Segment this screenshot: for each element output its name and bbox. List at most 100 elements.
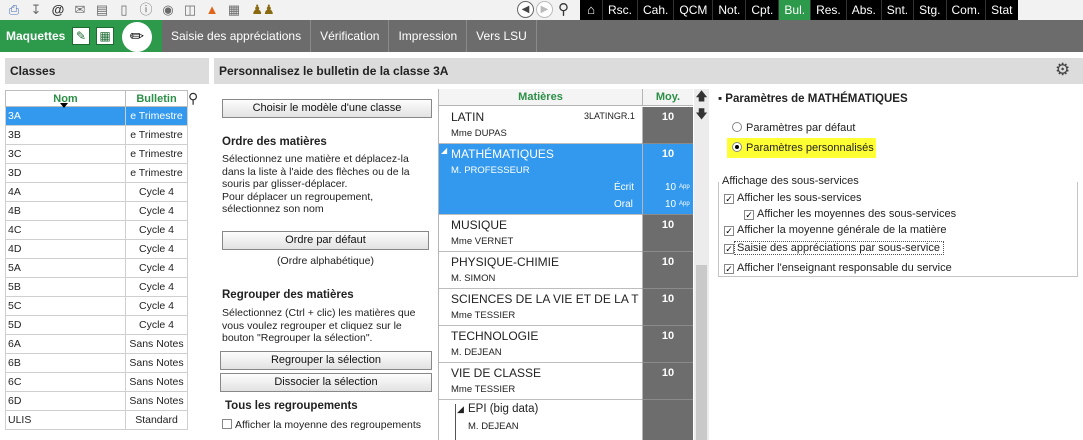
sub-tab[interactable]: Impression [389,20,468,52]
home-icon[interactable]: ⌂ [580,0,602,20]
info-icon[interactable]: ⓘ [138,2,154,18]
column-header-bulletin[interactable]: Bulletin [125,90,188,107]
search-icon[interactable]: ⚲ [188,90,198,107]
printer-icon[interactable]: ⎙ [6,2,22,18]
module-tab[interactable]: Bul. [778,0,811,20]
option-checkbox[interactable]: ✓ [724,244,734,254]
table-row[interactable]: 6A Sans Notes [5,334,188,354]
subject-group-row[interactable]: ◢ EPI (big data) M. DEJEAN [439,400,642,440]
option-checkbox[interactable]: ✓ [744,210,754,220]
table-row[interactable]: 3C e Trimestre [5,144,188,164]
expand-triangle-icon[interactable]: ◢ [441,146,447,155]
group-selection-button[interactable]: Regrouper la sélection [220,351,432,370]
subject-row[interactable]: LATIN Mme DUPAS 3LATINGR.1 [439,107,642,144]
class-bulletin-cell: Cycle 4 [125,220,188,240]
table-row[interactable]: 3B e Trimestre [5,125,188,145]
sub-service-option[interactable]: ✓ Saisie des appréciations par sous-servi… [724,242,940,254]
sub-tab[interactable]: Vers LSU [467,20,537,52]
module-tab[interactable]: Stat [985,0,1018,20]
module-tab[interactable]: Cpt. [745,0,779,20]
table-row[interactable]: 3D e Trimestre [5,163,188,183]
table-row[interactable]: 5D Cycle 4 [5,315,188,335]
module-tab[interactable]: Com. [945,0,986,20]
search-icon[interactable]: ⚲ [558,1,569,18]
at-icon[interactable]: @ [50,2,66,18]
sub-service-option[interactable]: ✓ Afficher l'enseignant responsable du se… [724,262,952,274]
subject-row[interactable]: PHYSIQUE-CHIMIE M. SIMON [439,252,642,289]
subject-row[interactable]: ◢ MATHÉMATIQUES M. PROFESSEUR [439,144,642,215]
module-tab[interactable]: Stg. [913,0,946,20]
custom-params-option[interactable]: Paramètres personnalisés [732,142,874,154]
show-groups-average-option[interactable]: Afficher la moyenne des regroupements [222,419,421,432]
table-row[interactable]: 5C Cycle 4 [5,296,188,316]
sub-tab[interactable]: Vérification [311,20,390,52]
module-tab[interactable]: Cah. [637,0,674,20]
phone-icon[interactable]: ▯ [116,2,132,18]
subject-row[interactable]: VIE DE CLASSE Mme TESSIER [439,363,642,400]
subject-row[interactable]: MUSIQUE Mme VERNET [439,215,642,252]
group-triangle-icon[interactable]: ◢ [457,404,464,415]
option-checkbox[interactable]: ✓ [724,194,734,204]
module-tab[interactable]: Abs. [845,0,881,20]
class-name-cell: 4B [5,201,126,221]
mail-icon[interactable]: ✉ [72,2,88,18]
module-tab[interactable]: QCM [673,0,713,20]
class-name-cell: 6B [5,353,126,373]
form-icon[interactable]: ▦ [226,2,242,18]
move-up-arrow-icon[interactable]: 🡅 [695,89,708,103]
ungroup-selection-button[interactable]: Dissocier la sélection [220,373,432,392]
subject-name: SCIENCES DE LA VIE ET DE LA TE [451,292,639,306]
back-arrow-icon[interactable]: ◀ [517,1,534,18]
table-row[interactable]: 6D Sans Notes [5,391,188,411]
module-tab[interactable]: Res. [810,0,846,20]
module-tab[interactable]: Snt. [880,0,914,20]
edit-layout-icon[interactable]: ✎ [72,27,90,45]
alarm-icon[interactable]: ▲ [204,2,220,18]
sub-service-average: 10 [665,199,677,210]
table-row[interactable]: 5B Cycle 4 [5,277,188,297]
forward-arrow-icon[interactable]: ▶ [536,1,553,18]
class-name-cell: 3C [5,144,126,164]
table-row[interactable]: 4D Cycle 4 [5,239,188,259]
default-params-radio[interactable] [732,122,742,132]
download-icon[interactable]: ↧ [28,2,44,18]
table-row[interactable]: 4A Cycle 4 [5,182,188,202]
table-row[interactable]: 6C Sans Notes [5,372,188,392]
sub-tab[interactable]: Saisie des appréciations [162,20,312,52]
table-row[interactable]: 4C Cycle 4 [5,220,188,240]
document-icon[interactable]: ▤ [94,2,110,18]
scrollbar[interactable]: 🡅 🡇 [694,89,709,440]
table-row[interactable]: 3A e Trimestre [5,106,188,126]
table-row[interactable]: ULIS Standard [5,410,188,430]
sub-service-option[interactable]: ✓ Afficher la moyenne générale de la mati… [724,224,947,236]
grid-icon[interactable]: ▦ [96,27,114,45]
scrollbar-thumb[interactable] [696,265,707,440]
sub-service-option[interactable]: ✓ Afficher les moyennes des sous-services [744,208,956,220]
all-groups-title: Tous les regroupements [225,400,358,412]
sub-service-app-label: App [679,184,690,190]
subject-row[interactable]: TECHNOLOGIE M. DEJEAN [439,326,642,363]
table-row[interactable]: 6B Sans Notes [5,353,188,373]
monitor-icon[interactable]: ◫ [182,2,198,18]
module-tab[interactable]: Rsc. [602,0,637,20]
group-icon[interactable]: ♟♟ [248,2,278,18]
maquettes-title[interactable]: Maquettes [6,29,65,43]
show-groups-average-checkbox[interactable] [222,419,232,429]
sub-service-option[interactable]: ✓ Afficher les sous-services [724,192,862,204]
move-down-arrow-icon[interactable]: 🡇 [695,107,708,121]
table-row[interactable]: 5A Cycle 4 [5,258,188,278]
column-header-nom[interactable]: Nom [5,90,126,108]
default-order-button[interactable]: Ordre par défaut [222,231,429,250]
choose-class-model-button[interactable]: Choisir le modèle d'une classe [222,99,432,118]
custom-params-radio[interactable] [732,142,742,152]
default-params-option[interactable]: Paramètres par défaut [732,122,855,134]
module-tab[interactable]: Not. [712,0,746,20]
pencil-icon[interactable]: ✏ [122,22,152,52]
subject-row[interactable]: SCIENCES DE LA VIE ET DE LA TE Mme TESSIE… [439,289,642,326]
option-checkbox[interactable]: ✓ [724,226,734,236]
table-row[interactable]: 4B Cycle 4 [5,201,188,221]
chat-icon[interactable]: ◉ [160,2,176,18]
option-checkbox[interactable]: ✓ [724,264,734,274]
gear-icon[interactable]: ⚙ [1055,60,1070,80]
subject-average: 10 [661,367,675,379]
